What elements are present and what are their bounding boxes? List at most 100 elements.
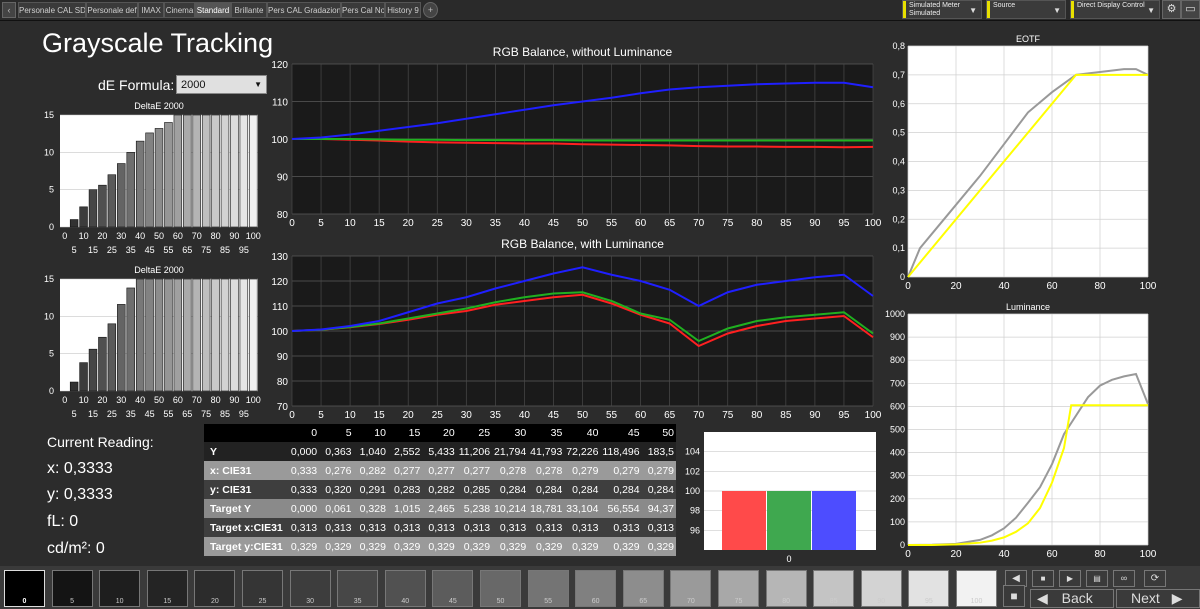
- play-icon[interactable]: ▶: [1059, 570, 1081, 587]
- table-row: Y 0,000 0,363 1,040 2,552 5,433 11,206 21,794 41…: [204, 442, 676, 461]
- tab-personale-def[interactable]: Personale def: [86, 2, 138, 18]
- patch-0[interactable]: 0: [4, 570, 45, 607]
- patch-35[interactable]: 35: [337, 570, 379, 607]
- x-tick-label: 45: [548, 410, 560, 421]
- x-tick-label: 90: [809, 218, 821, 229]
- bar: [117, 163, 126, 228]
- table-cell: 0,329: [422, 537, 457, 556]
- patch-65[interactable]: 65: [622, 570, 664, 607]
- bar: [201, 114, 211, 228]
- y-tick-label: 400: [890, 448, 905, 458]
- x-tick-label: 55: [163, 409, 173, 419]
- patch-85[interactable]: 85: [813, 570, 855, 607]
- x-tick-label: 0: [62, 395, 67, 405]
- patch-20[interactable]: 20: [194, 570, 236, 607]
- back-button[interactable]: ◀ Back: [1030, 589, 1114, 608]
- table-cell: 18,781: [528, 499, 565, 518]
- patch-label: 20: [210, 598, 219, 605]
- tab-standard[interactable]: Standard: [195, 2, 231, 18]
- patch-15[interactable]: 15: [146, 570, 188, 607]
- save-icon[interactable]: ▤: [1086, 570, 1108, 587]
- source-dropdown[interactable]: Source ▼: [986, 0, 1066, 19]
- table-cell: 0,313: [422, 518, 457, 537]
- table-cell: 0,329: [600, 537, 642, 556]
- patch-75[interactable]: 75: [718, 570, 759, 607]
- patch-label: 40: [401, 598, 410, 605]
- table-row-label: Target y:CIE31: [204, 537, 285, 556]
- table-cell: 1,040: [353, 442, 388, 461]
- de-formula-select[interactable]: 2000 ▼: [176, 75, 267, 94]
- table-col-header: 20: [422, 424, 457, 442]
- tab-cinema[interactable]: Cinema: [164, 2, 195, 18]
- x-tick-label: 80: [211, 231, 221, 241]
- y-tick-label: 104: [685, 447, 700, 457]
- accent-bar: [987, 1, 990, 18]
- display-control-dropdown[interactable]: Direct Display Control ▼: [1070, 0, 1160, 19]
- loop-icon[interactable]: ∞: [1113, 570, 1135, 587]
- patch-5[interactable]: 5: [51, 570, 93, 607]
- bar: [126, 287, 135, 392]
- tab-imax[interactable]: IMAX: [138, 2, 164, 18]
- y-tick-label: 300: [890, 471, 905, 481]
- stop-icon[interactable]: ■: [1003, 585, 1025, 607]
- table-header-row: 0 5 10 15 20 25 30 35 40 45 50: [204, 424, 676, 442]
- measurement-table: 0 5 10 15 20 25 30 35 40 45 50 Y 0,000 0,363 1,040 2,55…: [204, 424, 676, 558]
- bar: [135, 140, 145, 228]
- y-tick-label: 1000: [885, 309, 905, 319]
- x-tick-label: 30: [116, 395, 126, 405]
- meter-dropdown[interactable]: Simulated Meter Simulated ▼: [902, 0, 982, 19]
- next-button[interactable]: Next ▶: [1116, 589, 1200, 608]
- y-tick-label: 120: [271, 277, 288, 288]
- patch-70[interactable]: 70: [670, 570, 712, 607]
- chart-title: RGB Balance, with Luminance: [501, 237, 664, 251]
- patch-55[interactable]: 55: [527, 570, 569, 607]
- x-tick-label: 5: [318, 218, 324, 229]
- table-cell: 21,794: [492, 442, 529, 461]
- patch-80[interactable]: 80: [765, 570, 807, 607]
- tab-pers-cal-gradazione[interactable]: Pers CAL Gradazione: [267, 2, 341, 18]
- y-tick-label: 700: [890, 378, 905, 388]
- patch-30[interactable]: 30: [289, 570, 331, 607]
- add-tab-button[interactable]: +: [423, 2, 438, 18]
- accent-bar: [903, 1, 906, 18]
- x-tick-label: 15: [88, 245, 98, 255]
- y-tick-label: 120: [271, 60, 288, 71]
- patch-90[interactable]: 90: [860, 570, 902, 607]
- tab-history-9[interactable]: History 9: [385, 2, 421, 18]
- table-cell: 0,282: [353, 461, 388, 480]
- tab-scroll-left-button[interactable]: ‹: [2, 2, 16, 18]
- patch-label: 65: [639, 598, 648, 605]
- tab-brillante[interactable]: Brillante: [231, 2, 267, 18]
- x-tick-label: 60: [635, 410, 647, 421]
- patch-50[interactable]: 50: [480, 570, 521, 607]
- patch-40[interactable]: 40: [384, 570, 426, 607]
- y-tick-label: 5: [49, 185, 54, 195]
- table-cell: 0,313: [528, 518, 565, 537]
- x-tick-label: 25: [107, 409, 117, 419]
- tab-personale-cal-sdr[interactable]: Personale CAL SDR: [18, 2, 86, 18]
- y-tick-label: 130: [271, 252, 288, 263]
- luminance-chart: Luminance 0 100 200 300 400 500 600 700 800 900 100…: [885, 302, 1157, 560]
- bar: [69, 381, 79, 392]
- table-cell: 0,329: [492, 537, 529, 556]
- table-row: Target y:CIE31 0,329 0,329 0,329 0,329 0,329 0…: [204, 537, 676, 556]
- bar: [88, 189, 98, 228]
- patch-100[interactable]: 100: [956, 570, 997, 607]
- patch-10[interactable]: 10: [99, 570, 141, 607]
- window-icon[interactable]: ▭: [1181, 0, 1200, 19]
- tab-pers-cal-no[interactable]: Pers Cal No: [341, 2, 385, 18]
- patch-45[interactable]: 45: [432, 570, 474, 607]
- patch-25[interactable]: 25: [242, 570, 283, 607]
- chart-title: Luminance: [1006, 302, 1050, 312]
- patch-label: 10: [115, 598, 124, 605]
- patch-60[interactable]: 60: [575, 570, 617, 607]
- patch-label: 5: [70, 598, 75, 605]
- refresh-icon[interactable]: ⟳: [1144, 570, 1166, 587]
- table-cell: 0,329: [353, 537, 388, 556]
- table-row: Target x:CIE31 0,313 0,313 0,313 0,313 0,313 0…: [204, 518, 676, 537]
- patch-95[interactable]: 95: [908, 570, 950, 607]
- x-tick-label: 90: [809, 410, 821, 421]
- table-cell: 41,793: [528, 442, 565, 461]
- stop-icon[interactable]: ■: [1032, 570, 1054, 587]
- gear-icon[interactable]: ⚙: [1162, 0, 1181, 19]
